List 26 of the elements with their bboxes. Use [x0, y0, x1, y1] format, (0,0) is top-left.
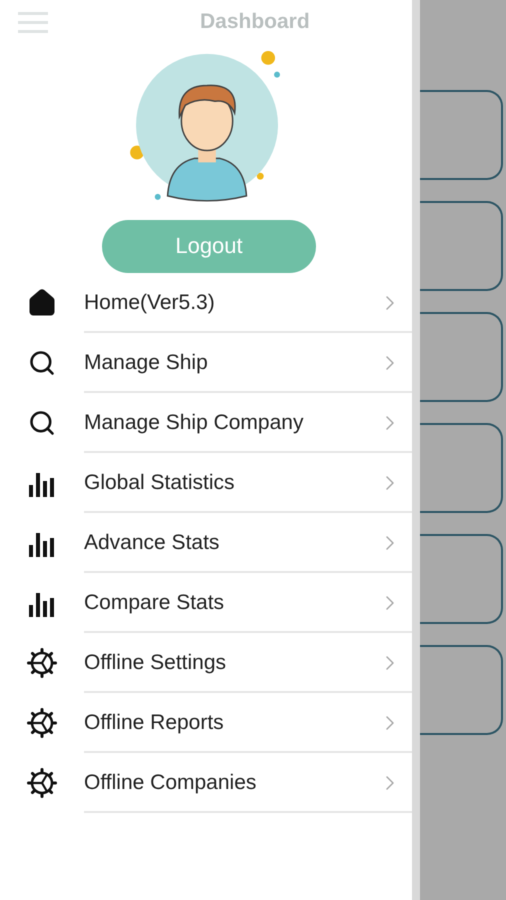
menu-item-label: Manage Ship: [84, 351, 209, 375]
menu-item[interactable]: Manage Ship: [0, 333, 412, 393]
home-icon: [27, 288, 57, 318]
menu-item-label: Compare Stats: [84, 591, 226, 615]
menu-item[interactable]: Global Statistics: [0, 453, 412, 513]
menu-item-label: Global Statistics: [84, 471, 236, 495]
menu-item[interactable]: Compare Stats: [0, 573, 412, 633]
menu-item-label: Offline Companies: [84, 771, 258, 795]
menu-item-label: Home(Ver5.3): [84, 291, 216, 315]
menu-item[interactable]: Manage Ship Company: [0, 393, 412, 453]
gear-icon: [27, 648, 57, 678]
menu-item[interactable]: Home(Ver5.3): [0, 273, 412, 333]
search-icon: [28, 409, 56, 437]
menu-item-label: Offline Settings: [84, 651, 228, 675]
search-icon: [28, 349, 56, 377]
gear-icon: [27, 708, 57, 738]
menu-item[interactable]: Offline Companies: [0, 753, 412, 813]
menu-item[interactable]: Advance Stats: [0, 513, 412, 573]
menu-item[interactable]: Offline Reports: [0, 693, 412, 753]
dimmed-overlay[interactable]: [420, 0, 506, 900]
gear-icon: [27, 768, 57, 798]
menu-item-label: Advance Stats: [84, 531, 220, 555]
page-title: Dashboard: [200, 10, 310, 34]
menu-item-label: Manage Ship Company: [84, 411, 304, 435]
menu-item[interactable]: Offline Settings: [0, 633, 412, 693]
menu-item-label: Offline Reports: [84, 711, 225, 735]
